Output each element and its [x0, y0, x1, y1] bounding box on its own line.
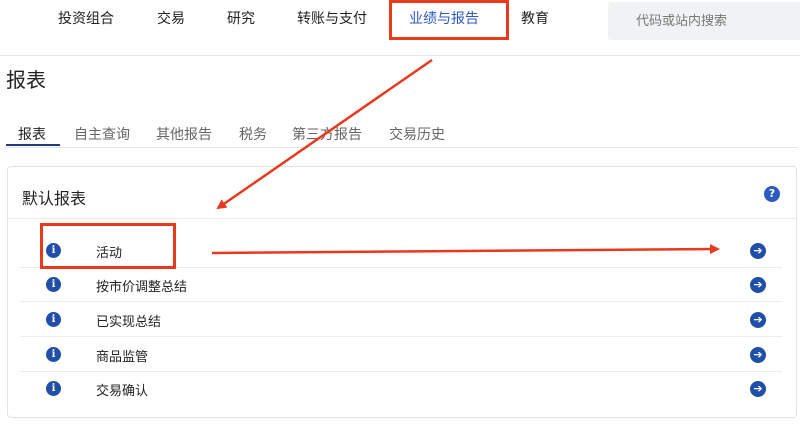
info-icon[interactable]: i — [46, 277, 61, 292]
top-nav: 投资组合 交易 研究 转账与支付 业绩与报告 教育 — [0, 0, 800, 44]
info-icon[interactable]: i — [46, 347, 61, 362]
list-item-realized-summary[interactable]: i 已实现总结 ➔ — [20, 303, 782, 337]
list-item-trade-confirmation[interactable]: i 交易确认 ➔ — [20, 372, 782, 406]
arrow-right-icon[interactable]: ➔ — [750, 312, 766, 328]
row-label: 已实现总结 — [96, 315, 162, 330]
page-title: 报表 — [6, 68, 46, 92]
tab-third-party-reports[interactable]: 第三方报告 — [292, 124, 362, 144]
card-title: 默认报表 — [22, 189, 87, 208]
list-item-activity[interactable]: i 活动 ➔ — [20, 234, 782, 268]
row-label: 交易确认 — [96, 384, 149, 399]
arrow-right-icon[interactable]: ➔ — [750, 347, 766, 363]
top-divider — [0, 55, 800, 56]
list-item-mark-to-market[interactable]: i 按市价调整总结 ➔ — [20, 268, 782, 302]
card-header-divider — [8, 218, 796, 219]
tab-divider — [6, 147, 798, 148]
tab-tax[interactable]: 税务 — [239, 124, 267, 144]
search-input[interactable] — [608, 2, 800, 40]
tab-trade-history[interactable]: 交易历史 — [389, 124, 445, 144]
arrow-right-icon[interactable]: ➔ — [750, 243, 766, 259]
help-icon[interactable]: ? — [764, 186, 780, 202]
arrow-right-icon[interactable]: ➔ — [750, 277, 766, 293]
nav-item-education[interactable]: 教育 — [521, 10, 549, 28]
info-icon[interactable]: i — [46, 243, 61, 258]
row-divider — [20, 336, 782, 337]
tab-custom-query[interactable]: 自主查询 — [74, 124, 130, 144]
tab-active-underline — [6, 144, 60, 146]
nav-item-transfer-pay[interactable]: 转账与支付 — [297, 10, 367, 28]
nav-item-portfolio[interactable]: 投资组合 — [58, 10, 114, 28]
tab-statements[interactable]: 报表 — [18, 124, 46, 144]
nav-item-performance-reports[interactable]: 业绩与报告 — [409, 10, 479, 28]
row-label: 活动 — [96, 246, 123, 261]
nav-item-trade[interactable]: 交易 — [157, 10, 185, 28]
row-label: 商品监管 — [96, 350, 149, 365]
row-divider — [20, 301, 782, 302]
row-label: 按市价调整总结 — [96, 280, 188, 295]
tab-other-reports[interactable]: 其他报告 — [156, 124, 212, 144]
default-statements-card: 默认报表 ? i 活动 ➔ i 按市价调整总结 ➔ i 已实现总结 ➔ i 商品… — [7, 166, 797, 418]
info-icon[interactable]: i — [46, 312, 61, 327]
nav-item-research[interactable]: 研究 — [227, 10, 255, 28]
list-item-commodity-regulation[interactable]: i 商品监管 ➔ — [20, 338, 782, 372]
arrow-right-icon[interactable]: ➔ — [750, 381, 766, 397]
info-icon[interactable]: i — [46, 381, 61, 396]
nav-active-underline — [403, 37, 491, 39]
